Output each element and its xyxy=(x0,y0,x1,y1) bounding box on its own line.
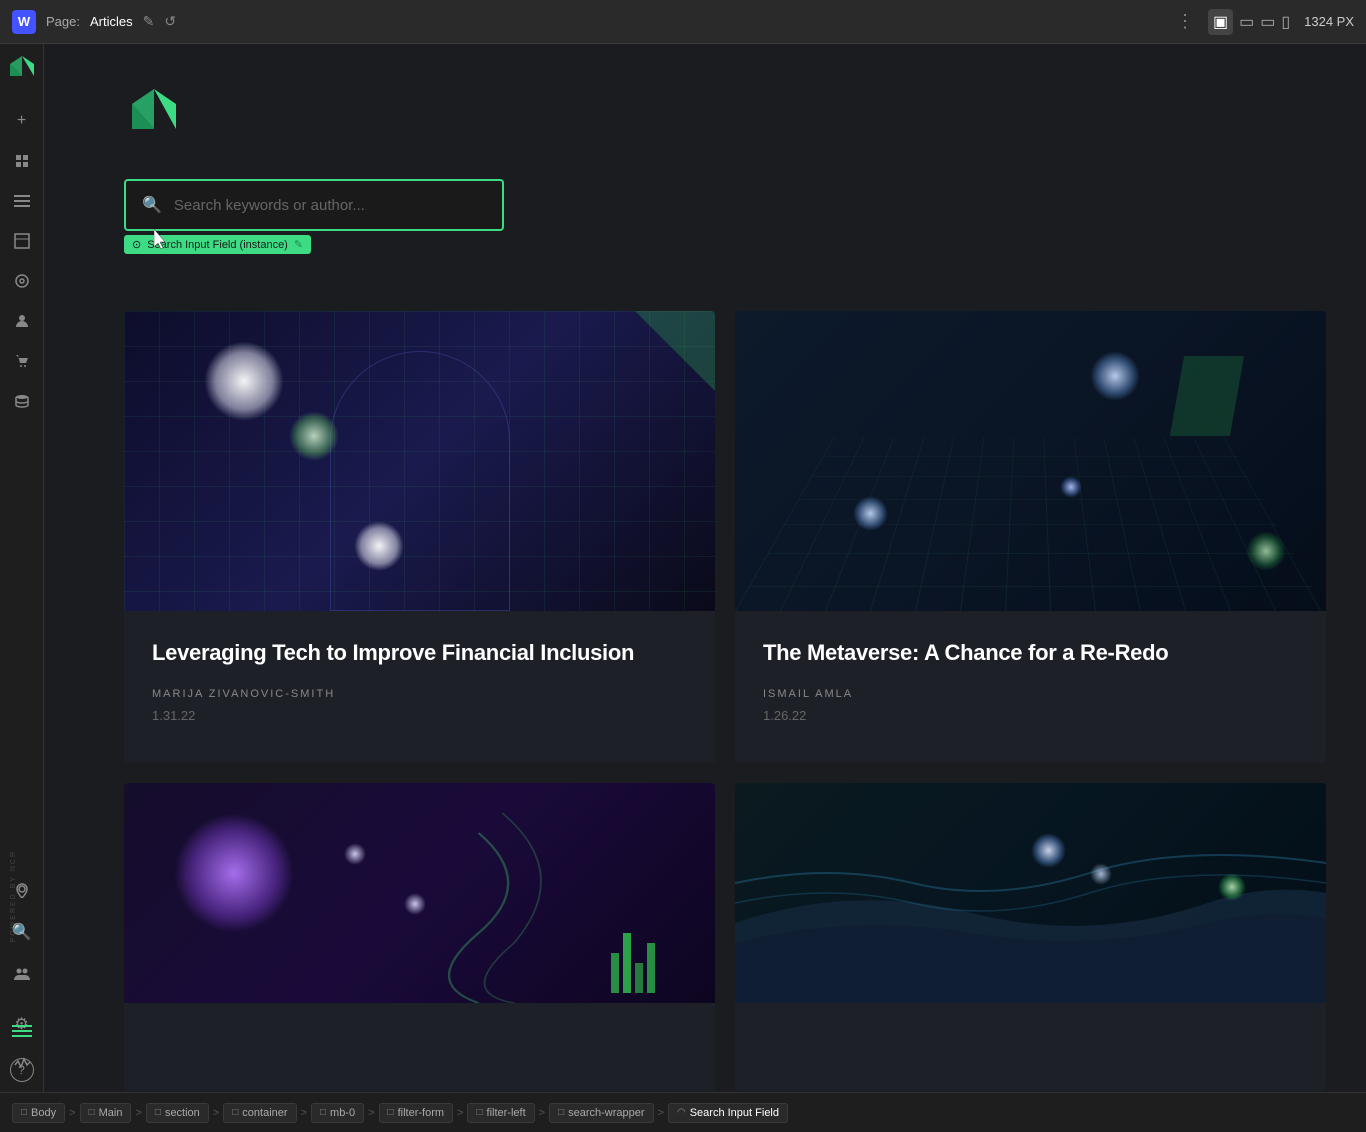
mobile-icon[interactable]: ▯ xyxy=(1281,12,1290,32)
help-icon[interactable]: ? xyxy=(10,1058,34,1082)
logo-icon xyxy=(6,54,38,86)
breadcrumb-body-label: Body xyxy=(31,1107,56,1119)
search-placeholder-text: Search keywords or author... xyxy=(174,197,365,214)
container-icon: □ xyxy=(232,1107,238,1118)
breadcrumb-mb0[interactable]: □ mb-0 xyxy=(311,1103,364,1123)
site-logo-icon xyxy=(124,84,184,144)
map-icon[interactable] xyxy=(4,872,40,908)
components-icon[interactable] xyxy=(4,263,40,299)
articles-grid: Leveraging Tech to Improve Financial Inc… xyxy=(124,311,1326,1091)
search-tooltip: ⊙ Search Input Field (instance) ✎ xyxy=(124,235,311,254)
breadcrumb-filter-form-label: filter-form xyxy=(398,1107,444,1119)
filter-form-icon: □ xyxy=(388,1107,394,1118)
article-title-2: The Metaverse: A Chance for a Re-Redo xyxy=(763,639,1298,668)
assets-icon[interactable] xyxy=(4,223,40,259)
breadcrumb-main-label: Main xyxy=(99,1107,123,1119)
article-image-1 xyxy=(124,311,715,611)
breadcrumb-sep-8: > xyxy=(658,1107,664,1119)
logo-area xyxy=(6,54,38,91)
page-label: Page: xyxy=(46,14,80,29)
users-sidebar-icon[interactable] xyxy=(4,956,40,992)
article-image-4 xyxy=(735,783,1326,1003)
breadcrumb-body[interactable]: □ Body xyxy=(12,1103,65,1123)
article-date-2: 1.26.22 xyxy=(763,708,1298,723)
main-layout: + ⚙ POWERED BY NCR xyxy=(0,44,1366,1092)
breadcrumb-section-label: section xyxy=(165,1107,200,1119)
breadcrumb-sep-6: > xyxy=(457,1107,463,1119)
breadcrumb-container[interactable]: □ container xyxy=(223,1103,296,1123)
top-bar-right: ⋮ ▣ ▭ ▭ ▯ 1324 PX xyxy=(1176,9,1354,35)
article-card-2[interactable]: The Metaverse: A Chance for a Re-Redo IS… xyxy=(735,311,1326,763)
tablet-landscape-icon[interactable]: ▭ xyxy=(1239,12,1254,32)
px-label: 1324 PX xyxy=(1304,14,1354,29)
article-info-3 xyxy=(124,1003,715,1091)
more-options-icon[interactable]: ⋮ xyxy=(1176,11,1194,32)
navigator-icon[interactable] xyxy=(4,183,40,219)
breadcrumb-search-input-field[interactable]: ◠ Search Input Field xyxy=(668,1103,788,1123)
tablet-portrait-icon[interactable]: ▭ xyxy=(1260,12,1275,32)
breadcrumb-search-wrapper-label: search-wrapper xyxy=(568,1107,644,1119)
section-icon: □ xyxy=(155,1107,161,1118)
article-author-2: ISMAIL AMLA xyxy=(763,688,1298,700)
search-wrapper-icon: □ xyxy=(558,1107,564,1118)
top-bar: W Page: Articles ✎ ↺ ⋮ ▣ ▭ ▭ ▯ 1324 PX xyxy=(0,0,1366,44)
site-preview: 🔍 Search keywords or author... ⊙ Search … xyxy=(44,44,1366,1092)
search-box[interactable]: 🔍 Search keywords or author... xyxy=(124,179,504,231)
breadcrumb-sep-5: > xyxy=(368,1107,374,1119)
search-icon: 🔍 xyxy=(142,195,162,215)
canvas-area: 🔍 Search keywords or author... ⊙ Search … xyxy=(44,44,1366,1092)
article-card-3[interactable] xyxy=(124,783,715,1091)
breadcrumb-sep-1: > xyxy=(69,1107,75,1119)
article-info-4 xyxy=(735,1003,1326,1091)
article-author-1: MARIJA ZIVANOVIC-SMITH xyxy=(152,688,687,700)
tooltip-component-icon: ⊙ xyxy=(132,238,141,251)
article-info-1: Leveraging Tech to Improve Financial Inc… xyxy=(124,611,715,763)
body-icon: □ xyxy=(21,1107,27,1118)
users-icon[interactable] xyxy=(4,303,40,339)
cms-icon[interactable] xyxy=(4,383,40,419)
breadcrumb-filter-form[interactable]: □ filter-form xyxy=(379,1103,454,1123)
bottom-breadcrumb-bar: □ Body > □ Main > □ section > □ containe… xyxy=(0,1092,1366,1132)
left-sidebar: + ⚙ POWERED BY NCR xyxy=(0,44,44,1092)
breadcrumb-sep-3: > xyxy=(213,1107,219,1119)
breadcrumb-search-wrapper[interactable]: □ search-wrapper xyxy=(549,1103,653,1123)
filter-left-icon: □ xyxy=(476,1107,482,1118)
breadcrumb-filter-left[interactable]: □ filter-left xyxy=(467,1103,534,1123)
breadcrumb-sep-2: > xyxy=(135,1107,141,1119)
site-logo xyxy=(124,84,1326,149)
article-image-3 xyxy=(124,783,715,1003)
history-icon[interactable]: ↺ xyxy=(164,13,176,30)
top-bar-left: W Page: Articles ✎ ↺ xyxy=(12,10,176,34)
breadcrumb-mb0-label: mb-0 xyxy=(330,1107,355,1119)
article-date-1: 1.31.22 xyxy=(152,708,687,723)
search-input-field-icon: ◠ xyxy=(677,1107,686,1118)
mb0-icon: □ xyxy=(320,1107,326,1118)
ecommerce-icon[interactable] xyxy=(4,343,40,379)
main-icon: □ xyxy=(89,1107,95,1118)
breadcrumb-sep-7: > xyxy=(539,1107,545,1119)
desktop-viewport-icon[interactable]: ▣ xyxy=(1208,9,1233,35)
breadcrumb-search-input-label: Search Input Field xyxy=(690,1107,779,1119)
breadcrumb-sep-4: > xyxy=(301,1107,307,1119)
page-icon[interactable]: ✎ xyxy=(143,13,155,30)
pages-icon[interactable] xyxy=(4,143,40,179)
search-sidebar-icon[interactable]: 🔍 xyxy=(4,914,40,950)
cursor-indicator xyxy=(154,229,170,254)
breadcrumb-container-label: container xyxy=(242,1107,287,1119)
tooltip-edit-icon[interactable]: ✎ xyxy=(294,238,303,251)
breadcrumb-filter-left-label: filter-left xyxy=(487,1107,526,1119)
breadcrumb-section[interactable]: □ section xyxy=(146,1103,209,1123)
article-title-1: Leveraging Tech to Improve Financial Inc… xyxy=(152,639,687,668)
breadcrumb-main[interactable]: □ Main xyxy=(80,1103,132,1123)
green-bars-icon xyxy=(12,1025,32,1037)
viewport-icons: ▣ ▭ ▭ ▯ xyxy=(1208,9,1290,35)
article-image-2 xyxy=(735,311,1326,611)
search-container: 🔍 Search keywords or author... ⊙ Search … xyxy=(124,179,504,231)
add-panel-icon[interactable]: + xyxy=(4,103,40,139)
webflow-logo[interactable]: W xyxy=(12,10,36,34)
article-card-4[interactable] xyxy=(735,783,1326,1091)
article-info-2: The Metaverse: A Chance for a Re-Redo IS… xyxy=(735,611,1326,763)
page-name: Articles xyxy=(90,14,133,29)
article-card[interactable]: Leveraging Tech to Improve Financial Inc… xyxy=(124,311,715,763)
